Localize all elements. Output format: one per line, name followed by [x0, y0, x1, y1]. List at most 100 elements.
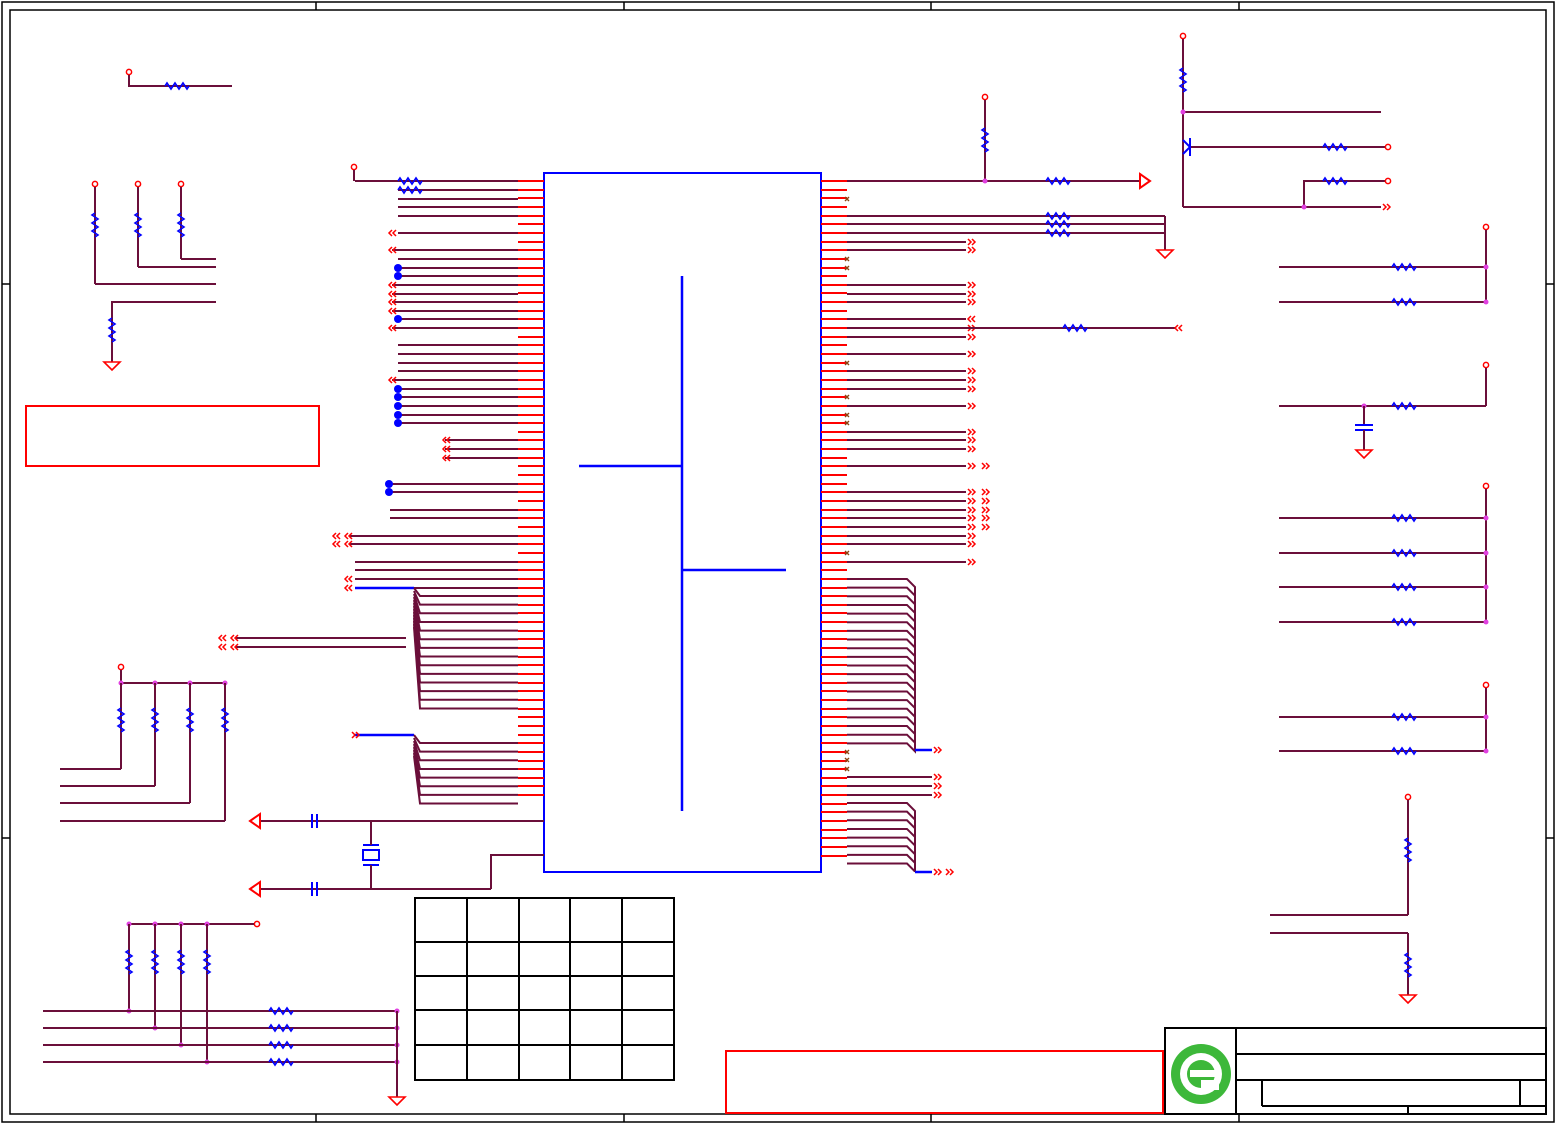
port-arrow-icon — [981, 462, 991, 470]
port-arrow-icon — [967, 298, 977, 306]
junction-dot — [1483, 714, 1489, 720]
port-arrow-icon — [933, 782, 943, 790]
resistor-icon — [1391, 617, 1417, 627]
junction-dot — [1483, 550, 1489, 556]
port-arrow-icon — [945, 868, 955, 876]
bus-entry-wire — [847, 862, 916, 873]
port-arrow-icon — [967, 376, 977, 384]
port-arrow-icon — [981, 497, 991, 505]
bus-entry-wire — [847, 742, 916, 754]
resistor-icon — [1391, 582, 1417, 592]
resistor-icon — [1322, 176, 1348, 186]
resistor-icon — [1045, 211, 1071, 221]
crystal-component[interactable] — [362, 844, 380, 866]
resistor-icon — [1045, 176, 1071, 186]
port-arrow-icon — [967, 506, 977, 514]
resistor-icon — [1403, 837, 1413, 863]
power-pin-icon — [350, 163, 358, 171]
ground-icon — [102, 361, 122, 372]
port-arrow-icon — [981, 506, 991, 514]
resistor-icon — [220, 707, 230, 733]
port-arrow-icon — [967, 514, 977, 522]
port-arrow-icon — [981, 523, 991, 531]
resistor-icon — [1391, 401, 1417, 411]
power-pin-icon — [117, 663, 125, 671]
resistor-icon — [1391, 746, 1417, 756]
resistor-icon — [164, 81, 190, 91]
bus-entry-wire — [413, 605, 518, 649]
resistor-icon — [397, 185, 423, 195]
resistor-icon — [176, 212, 186, 238]
wire — [111, 301, 216, 362]
bus-entry-wire — [413, 623, 518, 701]
port-arrow-icon — [967, 558, 977, 566]
junction-dot — [1483, 264, 1489, 270]
ic-left-pins — [518, 180, 544, 796]
port-arrow-icon — [967, 385, 977, 393]
power-pin-icon — [1179, 32, 1187, 40]
junction-dot — [1483, 748, 1489, 754]
port-arrow-icon — [343, 575, 353, 583]
junction-dot — [394, 393, 402, 401]
port-arrow-icon — [967, 428, 977, 436]
port-arrow-icon — [967, 462, 977, 470]
junction-dot — [385, 488, 393, 496]
junction-dot — [394, 402, 402, 410]
resistor-icon — [1391, 548, 1417, 558]
resistor-icon — [116, 707, 126, 733]
bus-entry-wire — [847, 845, 916, 872]
port-arrow-icon — [1173, 324, 1183, 332]
resistor-icon — [268, 1006, 294, 1016]
junction-dot — [394, 272, 402, 280]
resistor-icon — [176, 949, 186, 975]
crystal-wiring — [260, 820, 544, 890]
port-arrow-icon — [967, 540, 977, 548]
bus-entry-wire — [413, 734, 518, 744]
power-pin-icon — [1384, 143, 1392, 151]
resistor-icon — [1391, 297, 1417, 307]
port-arrow-icon — [331, 540, 341, 548]
main-ic-internal-bus — [579, 276, 786, 811]
e-logo-icon — [1171, 1044, 1231, 1104]
bus-entry-wire — [413, 755, 518, 805]
resistor-icon — [1062, 323, 1088, 333]
port-arrow-icon — [1139, 172, 1152, 190]
bus-entry-wire — [413, 752, 518, 796]
power-pin-icon — [253, 920, 261, 928]
port-arrow-icon — [1382, 203, 1392, 211]
note-box-left — [25, 405, 320, 467]
wire — [1303, 180, 1385, 207]
resistor-icon — [107, 317, 117, 343]
junction-dot — [982, 178, 988, 184]
port-arrow-icon — [967, 402, 977, 410]
ground-icon — [387, 1096, 407, 1107]
junction-dot — [1483, 515, 1489, 521]
sheet-border — [1, 1, 1555, 1123]
port-arrow-icon — [933, 746, 943, 754]
port-arrow-icon — [967, 497, 977, 505]
port-arrow-icon — [933, 773, 943, 781]
bus-entry-wire — [413, 596, 518, 623]
power-pin-icon — [134, 180, 142, 188]
port-arrow-icon — [217, 643, 227, 651]
resistor-icon — [1403, 952, 1413, 978]
resistor-icon — [397, 176, 423, 186]
crystal-caps — [311, 814, 318, 896]
resistor-icon — [1391, 712, 1417, 722]
bus-entry-wire — [413, 608, 518, 658]
bus-entry-wire — [413, 737, 518, 753]
resistor-icon — [185, 707, 195, 733]
junction-dot — [1483, 619, 1489, 625]
junction-dot — [1483, 584, 1489, 590]
port-arrow-icon — [967, 488, 977, 496]
port-arrow-icon — [981, 514, 991, 522]
resistor-icon — [980, 127, 990, 153]
port-arrow-icon — [387, 229, 397, 237]
note-box-bottom — [725, 1050, 1164, 1114]
resistor-icon — [1391, 262, 1417, 272]
junction-dot — [394, 315, 402, 323]
port-arrow-icon — [967, 246, 977, 254]
power-pin-icon — [1482, 361, 1490, 369]
port-arrow-icon — [933, 868, 943, 876]
bus-entry-wire — [413, 587, 518, 597]
